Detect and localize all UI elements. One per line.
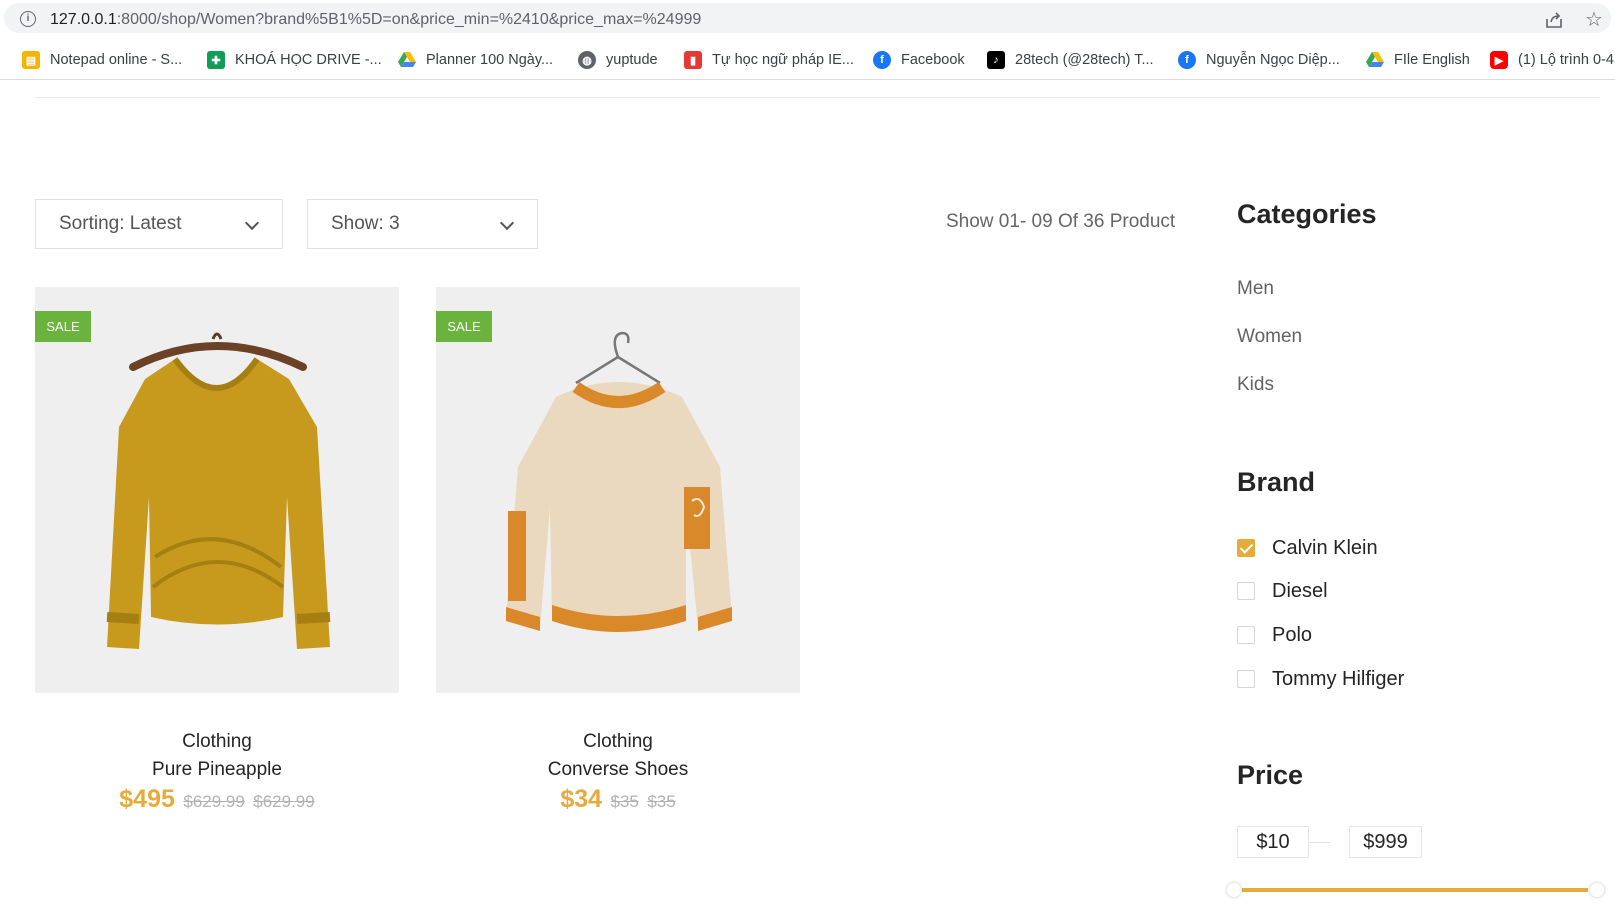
url-text[interactable]: 127.0.0.1:8000/shop/Women?brand%5B1%5D=o… — [50, 11, 701, 29]
drive-icon — [1366, 51, 1384, 69]
notepad-icon: ▤ — [22, 51, 40, 69]
checkbox[interactable] — [1237, 670, 1255, 688]
brand-label: Polo — [1272, 623, 1313, 646]
checkbox-checked[interactable] — [1237, 539, 1255, 557]
bookmark-item[interactable]: ✚ KHOÁ HỌC DRIVE -... — [207, 49, 382, 71]
product-image[interactable]: SALE — [35, 287, 399, 693]
sale-badge: SALE — [35, 311, 91, 342]
divider — [35, 97, 1600, 98]
checkbox[interactable] — [1237, 626, 1255, 644]
chevron-down-icon — [499, 215, 515, 231]
brand-filter-polo[interactable]: Polo — [1237, 623, 1312, 647]
sheets-icon: ✚ — [207, 51, 225, 69]
product-price: $495 — [119, 785, 175, 813]
sorting-label: Sorting: Latest — [59, 213, 182, 234]
browser-address-bar: i 127.0.0.1:8000/shop/Women?brand%5B1%5D… — [0, 0, 1615, 36]
brand-filter-tommy-hilfiger[interactable]: Tommy Hilfiger — [1237, 667, 1404, 691]
product-prices: $495 $629.99 $629.99 — [35, 785, 399, 814]
brand-filter-calvin-klein[interactable]: Calvin Klein — [1237, 536, 1378, 560]
youtube-icon: ▶ — [1490, 51, 1508, 69]
tiktok-icon: ♪ — [987, 51, 1005, 69]
price-range-separator — [1308, 842, 1330, 843]
product-card[interactable]: SALE Clothing Pure Pineapple $495 $629.9… — [35, 287, 399, 814]
globe-icon: ◍ — [578, 51, 596, 69]
price-slider-track[interactable] — [1242, 888, 1588, 892]
product-old-price: $35 — [610, 792, 639, 811]
bookmark-item[interactable]: Planner 100 Ngày... — [398, 49, 553, 71]
show-count-select[interactable]: Show: 3 — [307, 199, 538, 249]
facebook-icon: f — [873, 51, 891, 69]
product-old-price: $629.99 — [183, 792, 245, 811]
brand-filter-diesel[interactable]: Diesel — [1237, 579, 1328, 603]
product-prices: $34 $35 $35 — [436, 785, 800, 814]
price-slider-min-handle[interactable] — [1226, 882, 1242, 898]
checkbox[interactable] — [1237, 582, 1255, 600]
bookmark-item[interactable]: f Facebook — [873, 49, 965, 71]
bookmark-item[interactable]: ▤ Notepad online - S... — [22, 49, 182, 71]
show-count-label: Show: 3 — [331, 213, 400, 234]
yellow-sweater-image — [106, 332, 331, 649]
sorting-select[interactable]: Sorting: Latest — [35, 199, 283, 249]
product-category[interactable]: Clothing — [436, 731, 800, 753]
category-link-women[interactable]: Women — [1237, 326, 1302, 348]
category-link-kids[interactable]: Kids — [1237, 374, 1274, 396]
product-card[interactable]: SALE Clothing Converse Shoes $34 $35 $35 — [436, 287, 800, 814]
brand-label: Tommy Hilfiger — [1272, 667, 1405, 690]
bookmark-item[interactable]: ◍ yuptude — [578, 49, 658, 71]
brand-label: Calvin Klein — [1272, 536, 1378, 559]
bookmarks-bar: ▤ Notepad online - S... ✚ KHOÁ HỌC DRIVE -… — [0, 40, 1615, 80]
book-icon: ▮ — [684, 51, 702, 69]
product-name[interactable]: Converse Shoes — [436, 759, 800, 781]
bookmark-item[interactable]: ♪ 28tech (@28tech) T... — [987, 49, 1154, 71]
product-old-price: $629.99 — [253, 792, 315, 811]
omnibox[interactable]: i 127.0.0.1:8000/shop/Women?brand%5B1%5D… — [4, 3, 1611, 33]
result-count: Show 01- 09 Of 36 Product — [946, 211, 1176, 232]
product-image[interactable]: SALE — [436, 287, 800, 693]
product-category[interactable]: Clothing — [35, 731, 399, 753]
share-icon[interactable] — [1544, 11, 1564, 29]
chevron-down-icon — [244, 215, 260, 231]
sale-badge: SALE — [436, 311, 492, 342]
product-price: $34 — [560, 785, 603, 813]
product-old-price: $35 — [647, 792, 676, 811]
price-max-input[interactable]: $999 — [1349, 826, 1422, 858]
brand-label: Diesel — [1272, 579, 1328, 602]
bookmark-star-icon[interactable]: ☆ — [1585, 9, 1605, 29]
price-title: Price — [1237, 760, 1304, 790]
categories-title: Categories — [1237, 199, 1377, 229]
drive-icon — [398, 51, 416, 69]
facebook-icon: f — [1178, 51, 1196, 69]
bookmark-item[interactable]: ▮ Tự học ngữ pháp IE... — [684, 49, 854, 71]
bookmark-item[interactable]: ▶ (1) Lộ trình 0-4 — [1490, 49, 1614, 71]
bookmark-item[interactable]: FIle English — [1366, 49, 1470, 71]
cream-sweater-image — [506, 331, 732, 632]
brand-title: Brand — [1237, 467, 1316, 497]
price-slider-max-handle[interactable] — [1589, 882, 1605, 898]
site-info-icon[interactable]: i — [20, 11, 36, 27]
bookmark-item[interactable]: f Nguyễn Ngọc Diệp... — [1178, 49, 1340, 71]
product-name[interactable]: Pure Pineapple — [35, 759, 399, 781]
price-min-input[interactable]: $10 — [1237, 826, 1309, 858]
category-link-men[interactable]: Men — [1237, 278, 1274, 300]
